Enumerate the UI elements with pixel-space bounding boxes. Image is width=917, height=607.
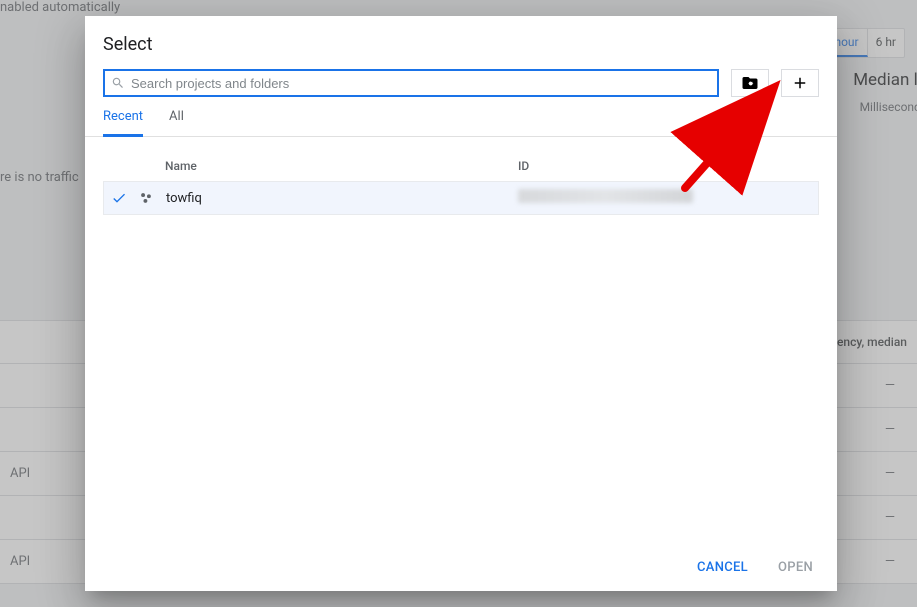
organization-folder-button[interactable] xyxy=(731,69,769,97)
open-button[interactable]: OPEN xyxy=(778,560,813,575)
project-name: towfiq xyxy=(158,191,518,206)
project-icon xyxy=(139,191,153,205)
search-icon xyxy=(111,76,125,90)
project-selector-dialog: Select Recent All Name ID xyxy=(85,16,837,591)
search-field-wrap[interactable] xyxy=(103,69,719,97)
project-row[interactable]: towfiq xyxy=(103,181,819,215)
folder-gear-icon xyxy=(741,74,759,92)
cancel-button[interactable]: CANCEL xyxy=(697,560,748,575)
search-row xyxy=(85,69,837,97)
project-type-icon-slot xyxy=(134,191,158,205)
tab-all[interactable]: All xyxy=(169,109,184,136)
tab-recent[interactable]: Recent xyxy=(103,109,143,137)
check-icon xyxy=(111,190,127,206)
id-column-header: ID xyxy=(518,159,819,173)
search-input[interactable] xyxy=(125,76,711,91)
name-column-header: Name xyxy=(103,159,518,173)
project-id xyxy=(518,189,693,207)
project-table-header: Name ID xyxy=(85,137,837,181)
redacted-id xyxy=(518,189,693,203)
plus-icon xyxy=(791,74,809,92)
dialog-footer: CANCEL OPEN xyxy=(85,544,837,591)
selected-check xyxy=(104,190,134,206)
new-project-button[interactable] xyxy=(781,69,819,97)
project-list: towfiq xyxy=(85,181,837,215)
dialog-title: Select xyxy=(85,16,837,69)
tabs: Recent All xyxy=(85,97,837,137)
